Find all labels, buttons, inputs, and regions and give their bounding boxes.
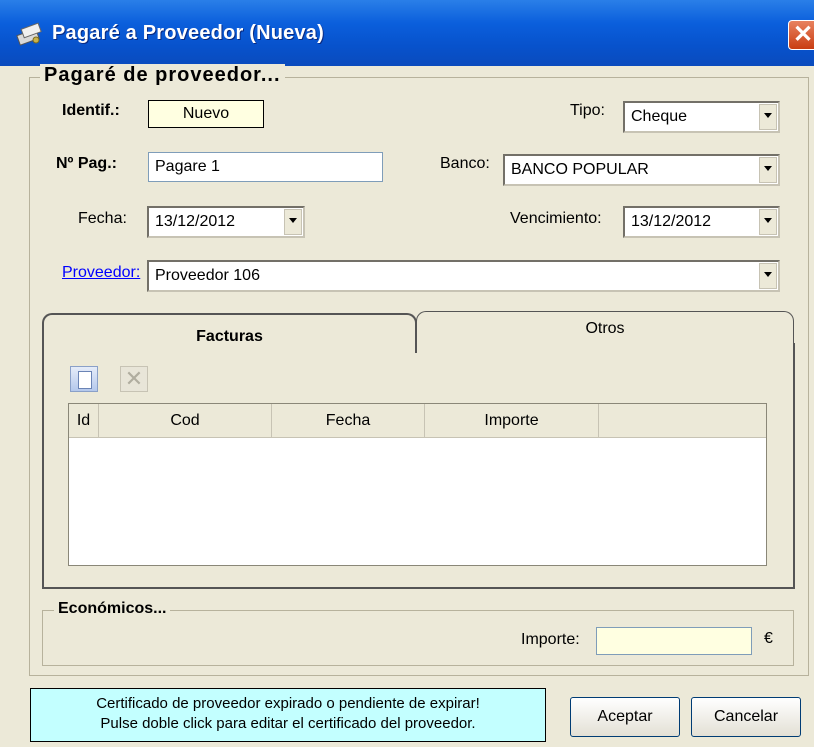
app-icon bbox=[16, 22, 44, 46]
economicos-title: Económicos... bbox=[54, 600, 171, 618]
fecha-value: 13/12/2012 bbox=[155, 213, 236, 230]
tipo-label: Tipo: bbox=[570, 102, 605, 119]
identif-label: Identif.: bbox=[62, 102, 120, 119]
vencimiento-label: Vencimiento: bbox=[510, 210, 602, 227]
fecha-label: Fecha: bbox=[78, 210, 127, 227]
chevron-down-icon[interactable] bbox=[284, 209, 302, 235]
certificate-warning-box[interactable]: Certificado de proveedor expirado o pend… bbox=[30, 688, 546, 742]
proveedor-select[interactable]: Proveedor 106 bbox=[147, 260, 780, 292]
banco-label: Banco: bbox=[440, 155, 490, 172]
proveedor-select-value: Proveedor 106 bbox=[155, 267, 260, 284]
npag-label: Nº Pag.: bbox=[56, 155, 117, 172]
main-group-title: Pagaré de proveedor... bbox=[40, 64, 285, 87]
tipo-select-value: Cheque bbox=[631, 108, 688, 125]
importe-input[interactable] bbox=[596, 627, 752, 655]
currency-symbol: € bbox=[764, 630, 773, 647]
chevron-down-icon[interactable] bbox=[759, 263, 777, 289]
tipo-select[interactable]: Cheque bbox=[623, 101, 780, 133]
chevron-down-icon[interactable] bbox=[759, 209, 777, 235]
tab-otros[interactable]: Otros bbox=[416, 311, 794, 344]
identif-field: Nuevo bbox=[148, 100, 264, 128]
banco-select-value: BANCO POPULAR bbox=[511, 161, 649, 178]
close-button[interactable]: ✕ bbox=[788, 20, 814, 50]
accept-button[interactable]: Aceptar bbox=[570, 697, 680, 737]
tab-facturas[interactable]: Facturas bbox=[42, 313, 417, 353]
warning-line-1: Certificado de proveedor expirado o pend… bbox=[96, 695, 480, 712]
chevron-down-icon[interactable] bbox=[759, 104, 777, 130]
banco-select[interactable]: BANCO POPULAR bbox=[503, 154, 780, 186]
chevron-down-icon[interactable] bbox=[759, 157, 777, 183]
fecha-date-picker[interactable]: 13/12/2012 bbox=[147, 206, 305, 238]
window-title: Pagaré a Proveedor (Nueva) bbox=[52, 22, 324, 44]
npag-input[interactable]: Pagare 1 bbox=[148, 152, 383, 182]
vencimiento-date-picker[interactable]: 13/12/2012 bbox=[623, 206, 780, 238]
proveedor-link[interactable]: Proveedor: bbox=[62, 264, 140, 282]
warning-line-2: Pulse doble click para editar el certifi… bbox=[100, 715, 476, 732]
tab-panel-facturas bbox=[42, 343, 795, 589]
cancel-button[interactable]: Cancelar bbox=[691, 697, 801, 737]
vencimiento-value: 13/12/2012 bbox=[631, 213, 712, 230]
importe-label: Importe: bbox=[521, 631, 580, 648]
